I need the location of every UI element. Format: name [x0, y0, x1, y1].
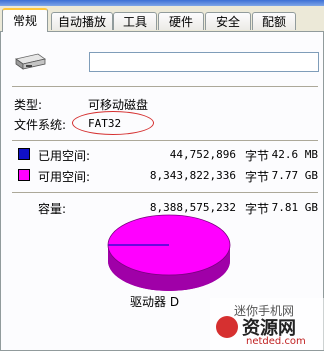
watermark-domain: netded.com: [246, 336, 306, 347]
disk-usage-pie: [107, 214, 231, 291]
highlight-oval: [72, 111, 154, 135]
drive-name-input[interactable]: [89, 52, 319, 72]
free-space-swatch: [18, 169, 30, 181]
used-space-label: 已用空间:: [38, 149, 91, 163]
tab-general[interactable]: 常规: [2, 8, 48, 32]
free-space-size: 7.77 GB: [271, 169, 318, 182]
removable-drive-icon: [15, 53, 46, 70]
capacity-label: 容量:: [38, 202, 67, 216]
tab-strip: 常规 自动播放 工具 硬件 安全 配额: [0, 8, 324, 32]
used-space-unit: 字节: [245, 149, 270, 163]
capacity-unit: 字节: [245, 202, 270, 216]
separator: [12, 86, 318, 87]
tab-quota[interactable]: 配额: [252, 12, 296, 30]
free-space-unit: 字节: [245, 170, 270, 184]
used-space-swatch: [18, 148, 30, 160]
used-space-bytes: 44,752,896: [169, 148, 236, 161]
window-title-fragment: ·······: [2, 0, 31, 4]
filesystem-label: 文件系统:: [14, 118, 67, 132]
watermark: 迷你手机网 资源网 netded.com: [210, 298, 324, 350]
free-space-bytes: 8,343,822,336: [149, 169, 236, 182]
free-space-label: 可用空间:: [38, 170, 91, 184]
separator: [12, 140, 318, 141]
tab-security[interactable]: 安全: [205, 12, 251, 30]
drive-letter-label: 驱动器 D: [130, 295, 180, 309]
type-label: 类型:: [14, 98, 43, 112]
tab-hardware[interactable]: 硬件: [158, 12, 204, 30]
used-space-size: 42.6 MB: [271, 148, 318, 161]
separator: [12, 192, 318, 193]
tab-tools[interactable]: 工具: [113, 12, 157, 30]
capacity-size: 7.81 GB: [271, 201, 318, 214]
tab-autoplay[interactable]: 自动播放: [51, 12, 113, 30]
watermark-logo-icon: [216, 316, 238, 338]
capacity-bytes: 8,388,575,232: [149, 201, 236, 214]
window-titlebar: ·······: [0, 0, 324, 6]
